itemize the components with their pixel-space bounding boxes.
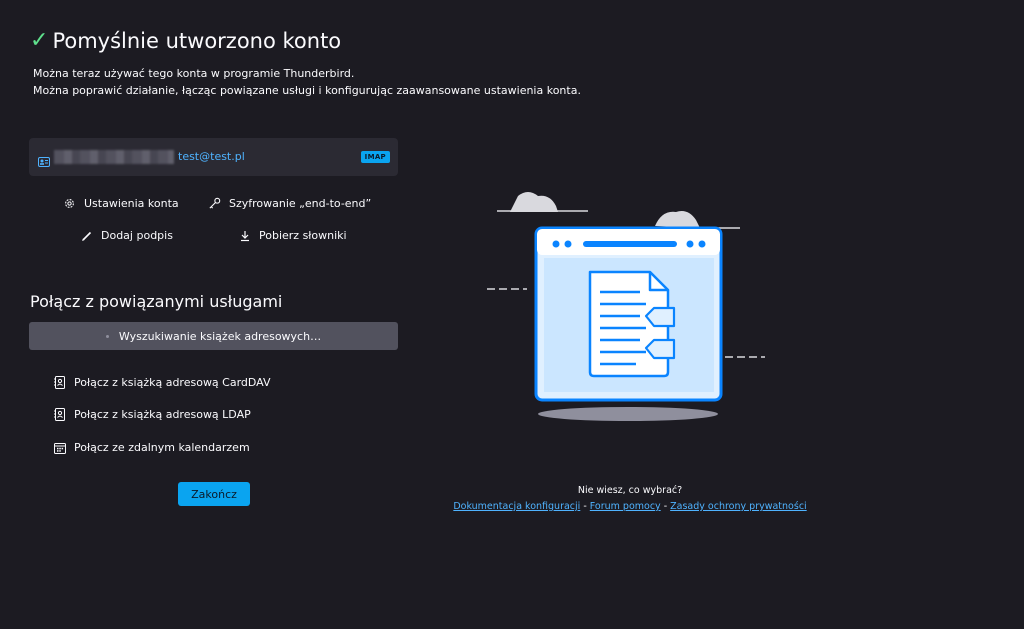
connect-calendar-button[interactable]: Połącz ze zdalnym kalendarzem [54, 441, 250, 454]
checkmark-icon: ✓ [30, 28, 49, 53]
account-card: test@test.pl IMAP [29, 138, 398, 176]
setup-illustration [487, 192, 765, 421]
protocol-badge: IMAP [360, 151, 390, 163]
e2e-encryption-label: Szyfrowanie „end-to-end” [229, 197, 372, 210]
search-status-label: Wyszukiwanie książek adresowych… [118, 329, 322, 343]
connect-ldap-button[interactable]: Połącz z książką adresową LDAP [54, 408, 251, 421]
account-icon [38, 152, 50, 171]
address-book-icon [54, 408, 65, 421]
gear-icon [65, 199, 74, 208]
key-icon [209, 197, 221, 209]
add-signature-button[interactable]: Dodaj podpis [81, 229, 173, 242]
support-forum-link[interactable]: Forum pomocy [590, 501, 661, 512]
help-section: Nie wiesz, co wybrać? Dokumentacja konfi… [420, 485, 840, 512]
address-book-icon [54, 376, 65, 389]
add-signature-label: Dodaj podpis [101, 229, 173, 242]
help-question: Nie wiesz, co wybrać? [577, 485, 683, 496]
carddav-label: Połącz z książką adresową CardDAV [74, 376, 271, 389]
description-line-2: Można poprawić działanie, łącząc powiąza… [33, 84, 581, 97]
pencil-icon [82, 231, 92, 241]
finish-button[interactable]: Zakończ [178, 482, 250, 506]
link-separator: - [660, 501, 671, 512]
page-title-text: Pomyślnie utworzono konto [52, 28, 342, 53]
download-dictionaries-label: Pobierz słowniki [259, 229, 347, 242]
download-icon [241, 230, 249, 241]
account-email: test@test.pl [178, 150, 245, 163]
page-description: Można teraz używać tego konta w programi… [33, 65, 581, 99]
section-title: Połącz z powiązanymi usługami [30, 292, 283, 311]
download-dictionaries-button[interactable]: Pobierz słowniki [239, 229, 347, 242]
calendar-icon [54, 442, 66, 454]
calendar-label: Połącz ze zdalnym kalendarzem [74, 441, 250, 454]
page-title: ✓ Pomyślnie utworzono konto [30, 28, 341, 53]
address-book-search-status: Wyszukiwanie książek adresowych… [29, 322, 398, 350]
account-settings-label: Ustawienia konta [84, 197, 179, 210]
description-line-1: Można teraz używać tego konta w programi… [33, 67, 355, 80]
connect-carddav-button[interactable]: Połącz z książką adresową CardDAV [54, 376, 271, 389]
redacted-name [54, 150, 174, 164]
account-settings-button[interactable]: Ustawienia konta [63, 197, 179, 210]
link-separator: - [580, 501, 590, 512]
ldap-label: Połącz z książką adresową LDAP [74, 408, 251, 421]
help-links: Dokumentacja konfiguracji - Forum pomocy… [420, 501, 840, 512]
privacy-policy-link[interactable]: Zasady ochrony prywatności [670, 501, 807, 512]
config-docs-link[interactable]: Dokumentacja konfiguracji [453, 501, 580, 512]
loading-spinner-icon [105, 334, 109, 338]
e2e-encryption-button[interactable]: Szyfrowanie „end-to-end” [208, 197, 371, 210]
